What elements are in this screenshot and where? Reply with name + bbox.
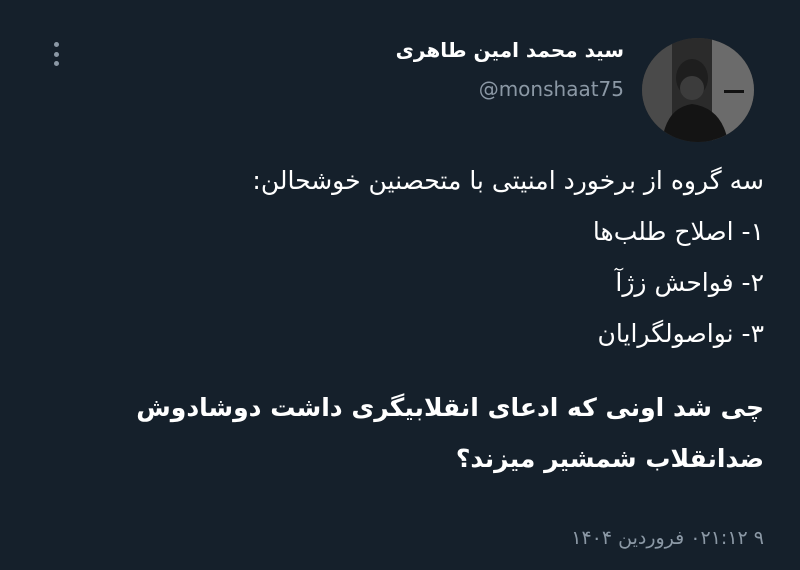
tweet-emphasis-text: چی شد اونی که ادعای انقلابیگری داشت دوشا…: [34, 382, 764, 484]
more-vertical-icon: [53, 42, 59, 47]
tweet-timestamp[interactable]: ۹ ۰۲۱:۱۲ فروردین ۱۴۰۴: [571, 527, 764, 549]
author-handle[interactable]: @monshaat75: [479, 77, 624, 101]
more-vertical-icon-dot: [53, 51, 59, 57]
avatar-photo: [642, 38, 754, 142]
tweet-emphasis-line: ضدانقلاب شمشیر میزند؟: [455, 444, 764, 473]
tweet-line: سه گروه از برخورد امنیتی با متحصنین خوشح…: [252, 166, 764, 195]
tweet-line: ۱- اصلاح طلب‌ها: [592, 217, 764, 246]
tweet-card: سید محمد امین طاهری @monshaat75 سه گروه …: [0, 0, 800, 570]
tweet-line: ۳- نواصولگرایان: [597, 319, 764, 348]
tweet-emphasis-line: چی شد اونی که ادعای انقلابیگری داشت دوشا…: [136, 393, 764, 422]
more-vertical-icon-dot: [53, 61, 59, 66]
tweet-text: سه گروه از برخورد امنیتی با متحصنین خوشح…: [34, 155, 764, 359]
more-options-button[interactable]: [44, 38, 68, 70]
author-display-name[interactable]: سید محمد امین طاهری: [396, 38, 624, 62]
avatar[interactable]: [642, 38, 754, 142]
tweet-line: ۲- فواحش زژآ: [615, 268, 764, 297]
